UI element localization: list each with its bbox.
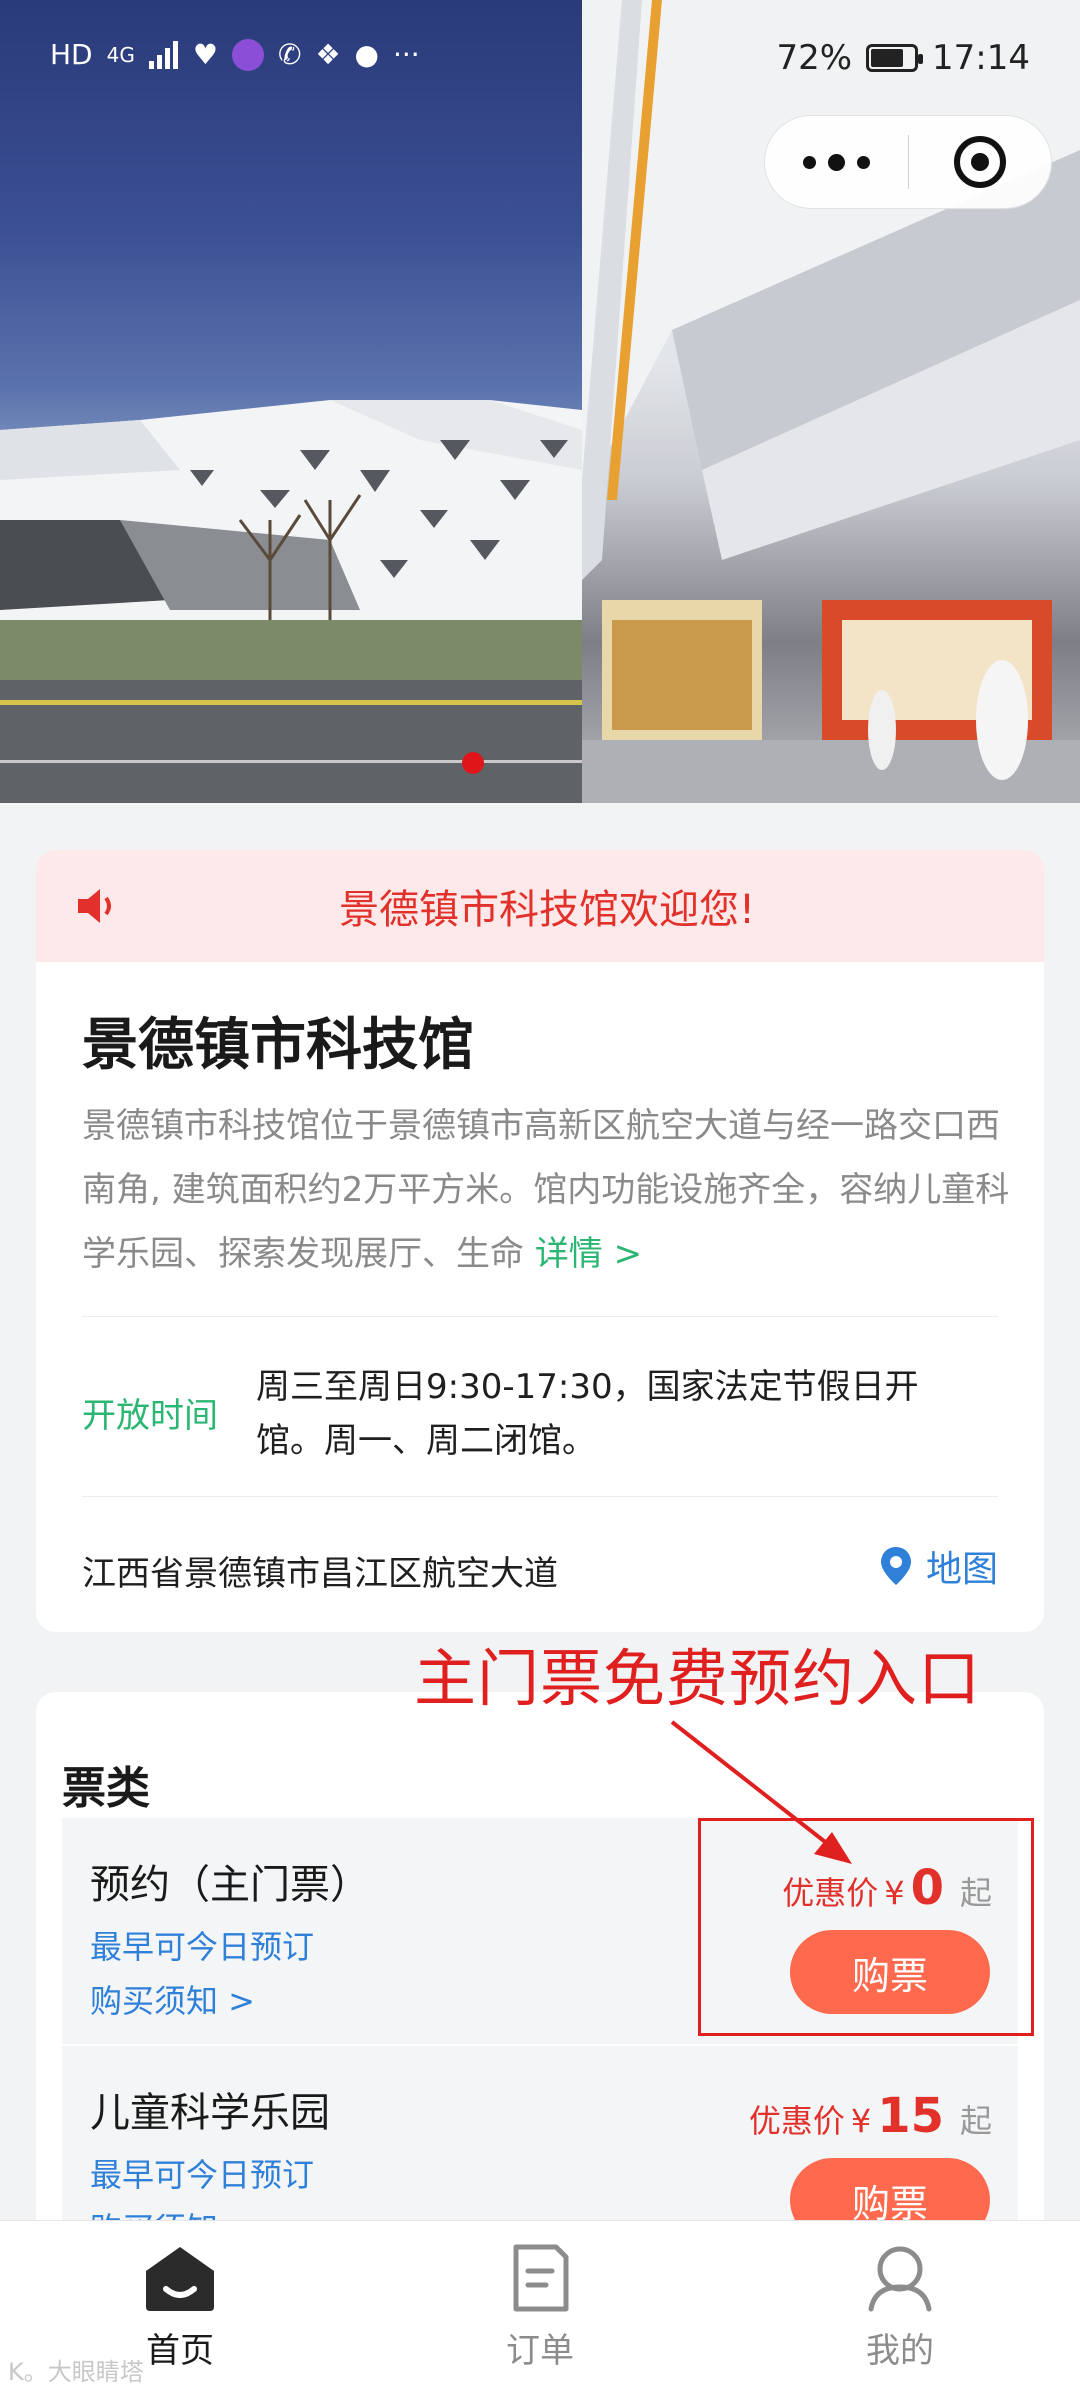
earliest-booking-text: 最早可今日预订 bbox=[90, 2156, 315, 2194]
details-link[interactable]: 详情 > bbox=[535, 1234, 642, 1274]
ticket-price: 优惠价 ¥ 15 起 bbox=[749, 2088, 992, 2144]
wechat-icon: ❖ bbox=[315, 38, 341, 71]
banner-photo-exterior bbox=[0, 0, 582, 803]
ticket-name: 儿童科学乐园 bbox=[90, 2090, 330, 2136]
more-options-button[interactable] bbox=[765, 116, 908, 208]
tab-profile-label: 我的 bbox=[866, 2331, 934, 2371]
network-4g-icon: 4G bbox=[106, 42, 135, 67]
more-notifications-icon: ··· bbox=[392, 38, 420, 71]
purchase-notice-link[interactable]: 购买须知 > bbox=[90, 1976, 255, 2022]
museum-exterior-illustration bbox=[0, 400, 582, 803]
battery-icon bbox=[866, 44, 924, 72]
carousel-dot[interactable] bbox=[462, 752, 484, 774]
annotation-highlight-box bbox=[698, 1818, 1034, 2036]
bottom-tab-bar: 首页 订单 我的 bbox=[0, 2220, 1080, 2388]
price-amount: 15 bbox=[877, 2088, 944, 2144]
venue-info-card: 景德镇市科技馆欢迎您! 景德镇市科技馆 景德镇市科技馆位于景德镇市高新区航空大道… bbox=[36, 850, 1044, 1632]
profile-icon bbox=[868, 2246, 932, 2312]
signal-icon bbox=[148, 40, 178, 69]
status-bar: HD 4G ♥ ✆ ❖ ● ··· 72% 17:14 bbox=[0, 0, 1080, 120]
notice-text: 景德镇市科技馆欢迎您! bbox=[338, 887, 756, 933]
price-suffix: 起 bbox=[959, 2102, 992, 2140]
close-miniprogram-button[interactable] bbox=[909, 116, 1052, 208]
more-dots-icon bbox=[802, 155, 816, 169]
earliest-booking-text: 最早可今日预订 bbox=[90, 1928, 315, 1966]
opening-hours-label: 开放时间 bbox=[82, 1396, 218, 1436]
status-icons-left: HD 4G ♥ ✆ ❖ ● ··· bbox=[50, 38, 420, 71]
more-dots-icon bbox=[827, 153, 845, 171]
health-icon: ♥ bbox=[192, 38, 218, 71]
speaker-icon bbox=[78, 889, 111, 923]
notice-bar: 景德镇市科技馆欢迎您! bbox=[36, 850, 1044, 962]
watermark: K。大眼睛塔 bbox=[8, 2358, 144, 2386]
tab-profile[interactable]: 我的 bbox=[720, 2221, 1080, 2388]
call-icon: ✆ bbox=[277, 38, 302, 71]
tickets-section-title: 票类 bbox=[62, 1763, 150, 1814]
venue-title: 景德镇市科技馆 bbox=[82, 1013, 474, 1078]
battery-percent: 72% bbox=[776, 38, 853, 78]
miniprogram-capsule bbox=[764, 115, 1052, 209]
target-icon-center bbox=[970, 153, 989, 171]
tab-home-label: 首页 bbox=[146, 2331, 214, 2371]
tab-orders-label: 订单 bbox=[506, 2331, 574, 2371]
opening-hours-text: 周三至周日9:30-17:30，国家法定节假日开馆。周一、周二闭馆。 bbox=[256, 1367, 919, 1461]
status-icons-right: 72% 17:14 bbox=[776, 38, 1030, 78]
app-icon bbox=[231, 38, 264, 71]
map-button[interactable]: 地图 bbox=[878, 1540, 998, 1592]
divider bbox=[82, 1496, 998, 1497]
more-dots-icon bbox=[856, 155, 870, 169]
ticket-name: 预约（主门票） bbox=[90, 1862, 370, 1908]
currency-symbol: ¥ bbox=[850, 2102, 872, 2140]
hd-icon: HD bbox=[50, 38, 93, 71]
address-text: 江西省景德镇市昌江区航空大道 bbox=[82, 1554, 558, 1594]
annotation-label: 主门票免费预约入口 bbox=[414, 1642, 982, 1715]
map-label: 地图 bbox=[925, 1549, 998, 1590]
order-icon bbox=[513, 2244, 569, 2312]
target-icon bbox=[953, 136, 1006, 188]
battery-level bbox=[871, 49, 904, 67]
venue-description: 景德镇市科技馆位于景德镇市高新区航空大道与经一路交口西南角, 建筑面积约2万平方… bbox=[82, 1094, 1012, 1286]
clock: 17:14 bbox=[932, 38, 1030, 78]
map-pin-icon bbox=[880, 1547, 911, 1585]
carousel-indicator bbox=[462, 752, 484, 774]
chat-icon: ● bbox=[354, 38, 379, 71]
tab-orders[interactable]: 订单 bbox=[360, 2221, 720, 2388]
divider bbox=[82, 1316, 998, 1317]
price-label: 优惠价 bbox=[748, 2102, 845, 2140]
home-icon bbox=[146, 2247, 214, 2311]
